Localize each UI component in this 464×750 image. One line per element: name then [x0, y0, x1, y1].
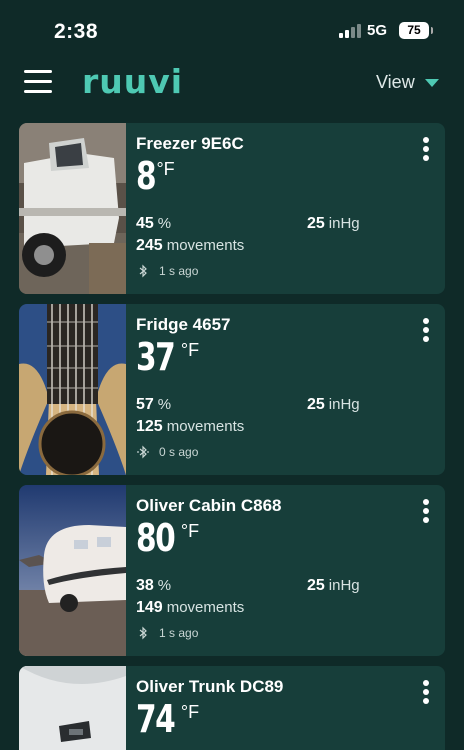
view-label: View — [376, 72, 415, 92]
movements: 125 movements — [136, 418, 244, 436]
temperature-unit: °F — [180, 702, 200, 722]
sensor-photo-trunk — [19, 666, 126, 750]
temperature-value: 8 — [136, 154, 157, 198]
sensor-photo-guitar — [19, 304, 126, 475]
sensor-card-body: Oliver Cabin C868 80 °F 38% 25 inHg 149 mo… — [136, 485, 445, 656]
temperature-unit: °F — [156, 159, 175, 179]
status-bar: 2:38 5G 75 — [0, 0, 464, 60]
humidity: 45% — [136, 215, 171, 233]
last-seen: 0 s ago — [136, 445, 198, 459]
sensor-photo-truck — [19, 123, 126, 294]
movements-label: movements — [166, 418, 245, 435]
temperature: 74 °F — [136, 700, 199, 738]
pressure-unit: inHg — [328, 215, 360, 232]
temperature: 80 °F — [136, 519, 199, 557]
sensor-card[interactable]: Fridge 4657 37 °F 57% 25 inHg 125 movement… — [19, 304, 445, 475]
pressure-value: 25 — [307, 396, 325, 413]
cellular-signal-icon — [339, 24, 363, 38]
status-time: 2:38 — [54, 20, 99, 43]
temperature: 37 °F — [136, 338, 199, 376]
sensor-photo-trailer — [19, 485, 126, 656]
temperature: 8 °F — [136, 157, 175, 195]
sensor-name: Oliver Cabin C868 — [136, 496, 282, 515]
bluetooth-icon — [139, 264, 147, 278]
more-options-icon[interactable] — [423, 137, 429, 161]
sensor-card-body: Fridge 4657 37 °F 57% 25 inHg 125 movement… — [136, 304, 445, 475]
humidity-value: 57 — [136, 396, 154, 413]
sensor-name: Freezer 9E6C — [136, 134, 244, 153]
sensor-card[interactable]: Freezer 9E6C 8 °F 45% 25 inHg 245 movement… — [19, 123, 445, 294]
sensor-name: Oliver Trunk DC89 — [136, 677, 284, 696]
humidity-value: 38 — [136, 577, 154, 594]
bluetooth-icon — [137, 445, 149, 459]
last-seen-text: 1 s ago — [159, 264, 199, 278]
sensor-card[interactable]: Oliver Trunk DC89 74 °F — [19, 666, 445, 750]
humidity: 57% — [136, 396, 171, 414]
more-options-icon[interactable] — [423, 318, 429, 342]
network-type: 5G — [367, 22, 388, 39]
temperature-unit: °F — [180, 521, 200, 541]
bluetooth-icon — [139, 626, 147, 640]
temperature-value: 74 — [136, 697, 176, 741]
pressure: 25 inHg — [307, 577, 360, 595]
pressure: 25 inHg — [307, 215, 360, 233]
pressure-unit: inHg — [328, 577, 360, 594]
last-seen: 1 s ago — [136, 264, 198, 278]
temperature-unit: °F — [180, 340, 200, 360]
last-seen-text: 1 s ago — [159, 626, 199, 640]
more-options-icon[interactable] — [423, 680, 429, 704]
sensor-card[interactable]: Oliver Cabin C868 80 °F 38% 25 inHg 149 mo… — [19, 485, 445, 656]
humidity-value: 45 — [136, 215, 154, 232]
humidity-unit: % — [157, 577, 172, 594]
last-seen-text: 0 s ago — [159, 445, 199, 459]
sensor-name: Fridge 4657 — [136, 315, 231, 334]
battery-icon: 75 — [399, 22, 433, 39]
movements-value: 245 — [136, 237, 163, 254]
movements-value: 149 — [136, 599, 163, 616]
last-seen: 1 s ago — [136, 626, 198, 640]
movements: 149 movements — [136, 599, 244, 617]
pressure-value: 25 — [307, 215, 325, 232]
movements-value: 125 — [136, 418, 163, 435]
menu-icon[interactable] — [24, 70, 52, 94]
pressure-value: 25 — [307, 577, 325, 594]
humidity: 38% — [136, 577, 171, 595]
more-options-icon[interactable] — [423, 499, 429, 523]
pressure: 25 inHg — [307, 396, 360, 414]
pressure-unit: inHg — [328, 396, 360, 413]
humidity-unit: % — [157, 215, 172, 232]
movements-label: movements — [166, 599, 245, 616]
temperature-value: 80 — [136, 516, 176, 560]
humidity-unit: % — [157, 396, 172, 413]
movements-label: movements — [166, 237, 245, 254]
caret-down-icon — [424, 78, 439, 87]
ruuvi-logo: ruuvi — [82, 62, 184, 101]
temperature-value: 37 — [136, 335, 176, 379]
view-dropdown[interactable]: View — [376, 72, 439, 93]
app-header: ruuvi View — [0, 60, 464, 108]
sensor-card-body: Oliver Trunk DC89 74 °F — [136, 666, 445, 750]
movements: 245 movements — [136, 237, 244, 255]
sensor-card-body: Freezer 9E6C 8 °F 45% 25 inHg 245 movement… — [136, 123, 445, 294]
